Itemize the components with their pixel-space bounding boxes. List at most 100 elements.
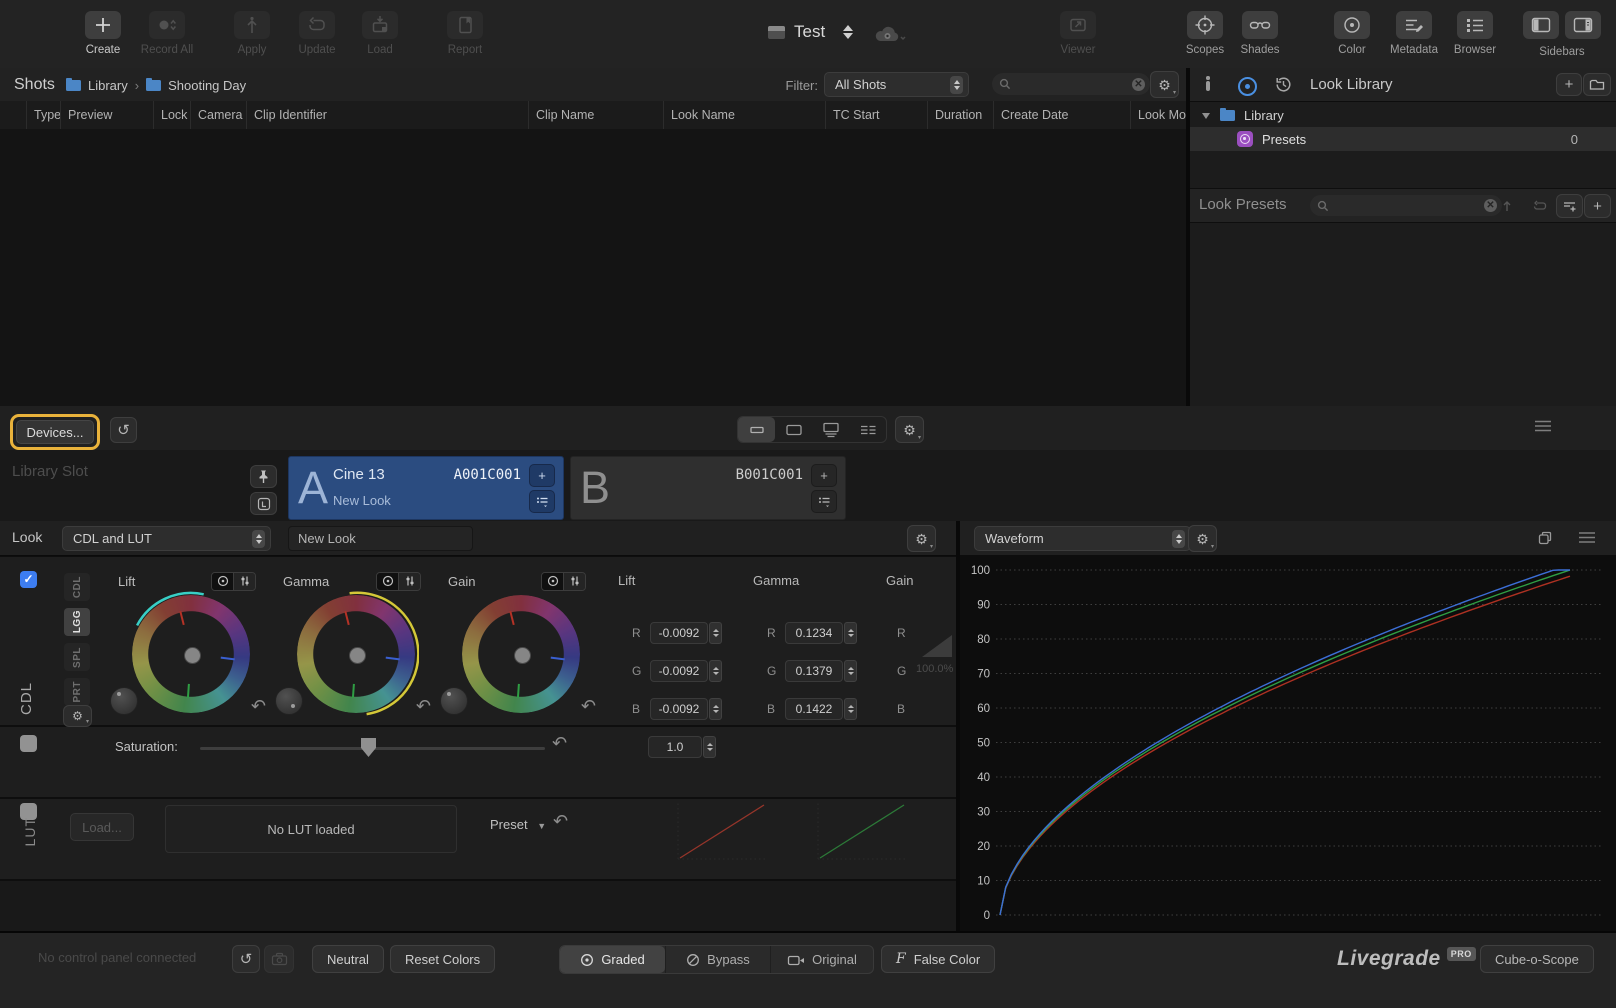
lift-wheel-indicator[interactable] <box>184 647 201 664</box>
filter-select[interactable]: All Shots <box>824 72 969 97</box>
slot-a-menu-button[interactable] <box>529 490 555 513</box>
load-button[interactable]: Load <box>342 11 418 56</box>
look-name-field[interactable]: New Look <box>288 526 473 551</box>
right-sidebar-toggle-button[interactable] <box>1565 11 1601 39</box>
saturation-field[interactable]: 1.0 <box>648 736 702 758</box>
disclosure-triangle-icon[interactable] <box>1202 113 1210 119</box>
browser-button[interactable]: Browser <box>1437 11 1513 56</box>
project-switcher-arrows[interactable] <box>843 25 853 39</box>
slot-settings-button[interactable]: ⚙▾ <box>895 416 924 443</box>
shots-search-input[interactable] <box>1015 76 1128 92</box>
presets-tree-item[interactable]: Presets 0 <box>1190 127 1616 151</box>
slot-b[interactable]: B B001C001 + <box>570 456 846 520</box>
lut-reset-button[interactable]: ↶ <box>553 812 568 830</box>
neutral-button[interactable]: Neutral <box>312 945 384 973</box>
update-preset-button[interactable] <box>1526 194 1552 218</box>
record-all-button[interactable]: Record All <box>129 11 205 56</box>
cube-o-scope-button[interactable]: Cube-o-Scope <box>1480 945 1594 973</box>
lut-load-button[interactable]: Load... <box>70 813 134 841</box>
duplicate-scope-button[interactable] <box>1532 526 1558 550</box>
gamma-wheel-mode-button[interactable] <box>377 573 398 590</box>
false-color-button[interactable]: F False Color <box>881 945 995 973</box>
gamma-reset-button[interactable]: ↶ <box>416 697 431 715</box>
save-look-as-preset-button[interactable] <box>1556 194 1583 218</box>
scope-type-select[interactable]: Waveform <box>974 526 1191 551</box>
presets-search-input[interactable] <box>1333 198 1480 214</box>
lift-sliders-mode-button[interactable] <box>233 573 255 590</box>
project-title[interactable]: Test <box>794 22 825 42</box>
breadcrumb-library[interactable]: Library <box>88 78 128 93</box>
column-camera[interactable]: Camera <box>190 101 242 129</box>
graded-mode-button[interactable]: Graded <box>560 946 665 973</box>
apply-preset-button[interactable] <box>1494 194 1520 218</box>
lift-master-knob[interactable] <box>110 687 138 715</box>
info-icon[interactable] <box>1206 76 1210 91</box>
saturation-slider-thumb[interactable] <box>361 738 376 757</box>
column-look-name[interactable]: Look Name <box>663 101 735 129</box>
breadcrumb-shooting-day[interactable]: Shooting Day <box>168 78 246 93</box>
add-preset-button[interactable]: + <box>1584 194 1611 218</box>
gain-sliders-mode-button[interactable] <box>563 573 585 590</box>
gain-wheel-indicator[interactable] <box>514 647 531 664</box>
gain-wheel-mode-button[interactable] <box>542 573 563 590</box>
tab-spl[interactable]: SPL <box>64 643 90 671</box>
lift-wheel-mode-button[interactable] <box>212 573 233 590</box>
gamma-master-knob[interactable] <box>275 687 303 715</box>
scope-settings-button[interactable]: ⚙▾ <box>1188 525 1217 552</box>
shades-button[interactable]: Shades <box>1222 11 1298 56</box>
devices-button[interactable]: Devices... <box>16 420 94 444</box>
table-settings-button[interactable]: ⚙▾ <box>1150 71 1179 98</box>
slot-b-add-button[interactable]: + <box>811 464 837 487</box>
saturation-enable-checkbox[interactable] <box>20 735 37 752</box>
tab-prt[interactable]: PRT <box>64 678 90 706</box>
refresh-devices-button[interactable]: ↺ <box>110 417 137 443</box>
device-bar-menu-icon[interactable] <box>1534 419 1552 438</box>
lift-r-field[interactable]: -0.0092 <box>650 622 708 644</box>
gamma-b-stepper[interactable] <box>844 698 857 720</box>
gain-master-knob[interactable] <box>440 687 468 715</box>
scope-menu-icon[interactable] <box>1578 531 1596 550</box>
gamma-color-wheel[interactable]: ↶ <box>297 595 415 713</box>
saturation-stepper[interactable] <box>703 736 716 758</box>
lift-b-field[interactable]: -0.0092 <box>650 698 708 720</box>
current-look-icon[interactable] <box>1238 77 1257 96</box>
refresh-panels-button[interactable]: ↺ <box>232 945 260 973</box>
view-mode-list-button[interactable] <box>849 417 886 442</box>
column-look-modified[interactable]: Look Mo <box>1130 101 1186 129</box>
pin-slot-button[interactable] <box>250 465 277 488</box>
column-type[interactable]: Type <box>26 101 61 129</box>
viewer-button[interactable]: Viewer <box>1040 11 1116 56</box>
cdl-tab-settings-button[interactable]: ⚙▾ <box>63 705 92 727</box>
presets-search[interactable]: ✕ <box>1310 195 1502 216</box>
original-mode-button[interactable]: Original <box>770 946 873 973</box>
reset-colors-button[interactable]: Reset Colors <box>390 945 495 973</box>
library-tree-root[interactable]: Library <box>1190 104 1616 127</box>
lift-b-stepper[interactable] <box>709 698 722 720</box>
view-mode-compact-button[interactable] <box>738 417 775 442</box>
column-preview[interactable]: Preview <box>60 101 112 129</box>
gamma-r-field[interactable]: 0.1234 <box>785 622 843 644</box>
slot-b-menu-button[interactable] <box>811 490 837 513</box>
gamma-b-field[interactable]: 0.1422 <box>785 698 843 720</box>
column-create-date[interactable]: Create Date <box>993 101 1068 129</box>
look-mode-select[interactable]: CDL and LUT <box>62 526 271 551</box>
tab-lgg[interactable]: LGG <box>64 608 90 636</box>
look-settings-button[interactable]: ⚙▾ <box>907 525 936 552</box>
left-sidebar-toggle-button[interactable] <box>1523 11 1559 39</box>
gamma-g-stepper[interactable] <box>844 660 857 682</box>
gamma-sliders-mode-button[interactable] <box>398 573 420 590</box>
slot-a[interactable]: A Cine 13 A001C001 New Look + <box>288 456 564 520</box>
add-look-button[interactable]: + <box>1556 73 1582 96</box>
lift-color-wheel[interactable]: ↶ <box>132 595 250 713</box>
lift-g-stepper[interactable] <box>709 660 722 682</box>
cdl-enable-checkbox[interactable]: ✓ <box>20 571 37 588</box>
view-mode-detailed-button[interactable] <box>812 417 849 442</box>
column-clip-name[interactable]: Clip Name <box>528 101 594 129</box>
bypass-mode-button[interactable]: Bypass <box>665 946 770 973</box>
clear-search-icon[interactable]: ✕ <box>1132 78 1145 91</box>
gamma-wheel-indicator[interactable] <box>349 647 366 664</box>
shots-table-body[interactable] <box>0 129 1186 406</box>
lut-preset-dropdown[interactable]: Preset ▼ <box>490 817 546 832</box>
saturation-reset-button[interactable]: ↶ <box>552 734 567 752</box>
gamma-g-field[interactable]: 0.1379 <box>785 660 843 682</box>
